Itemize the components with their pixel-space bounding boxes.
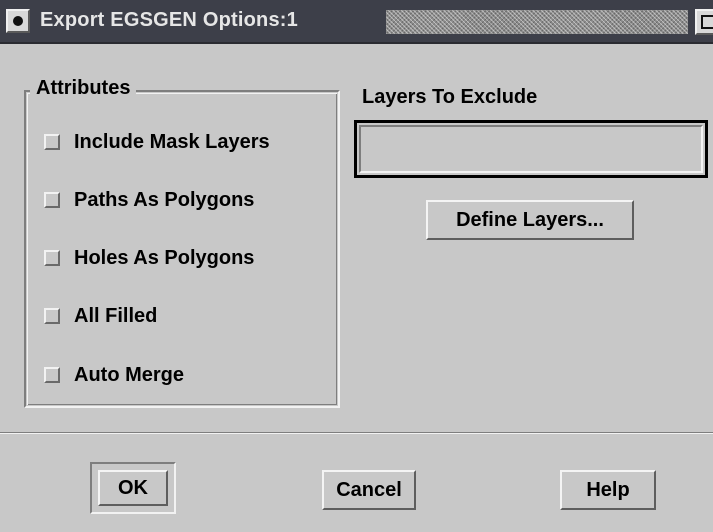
layers-to-exclude-input[interactable] <box>359 125 703 173</box>
title-bar-drag-area[interactable] <box>386 10 688 34</box>
include-mask-layers-checkbox[interactable] <box>44 134 60 150</box>
cancel-button[interactable]: Cancel <box>322 470 416 510</box>
window-menu-dot <box>13 16 23 26</box>
auto-merge-checkbox[interactable] <box>44 367 60 383</box>
define-layers-button[interactable]: Define Layers... <box>426 200 634 240</box>
all-filled-checkbox[interactable] <box>44 308 60 324</box>
auto-merge-label: Auto Merge <box>74 363 184 386</box>
window-menu-icon[interactable] <box>6 9 30 33</box>
paths-as-polygons-label: Paths As Polygons <box>74 188 255 211</box>
attributes-group-title: Attributes <box>30 77 137 100</box>
all-filled-label: All Filled <box>74 304 158 327</box>
include-mask-layers-option[interactable]: Include Mask Layers <box>44 128 270 156</box>
title-bar[interactable]: Export EGSGEN Options:1 <box>0 0 713 44</box>
paths-as-polygons-checkbox[interactable] <box>44 192 60 208</box>
export-egsgen-options-dialog: Export EGSGEN Options:1 Attributes Inclu… <box>0 0 713 532</box>
layers-to-exclude-label: Layers To Exclude <box>362 86 538 108</box>
window-title: Export EGSGEN Options:1 <box>40 9 298 31</box>
auto-merge-option[interactable]: Auto Merge <box>44 361 184 389</box>
maximize-glyph <box>701 15 713 29</box>
include-mask-layers-label: Include Mask Layers <box>74 130 270 153</box>
holes-as-polygons-checkbox[interactable] <box>44 250 60 266</box>
footer-separator <box>0 432 713 434</box>
ok-button[interactable]: OK <box>98 470 168 506</box>
layers-to-exclude-field-frame <box>354 120 708 178</box>
help-button[interactable]: Help <box>560 470 656 510</box>
holes-as-polygons-option[interactable]: Holes As Polygons <box>44 244 254 272</box>
holes-as-polygons-label: Holes As Polygons <box>74 246 255 269</box>
paths-as-polygons-option[interactable]: Paths As Polygons <box>44 186 254 214</box>
all-filled-option[interactable]: All Filled <box>44 302 157 330</box>
maximize-icon[interactable] <box>695 9 713 35</box>
